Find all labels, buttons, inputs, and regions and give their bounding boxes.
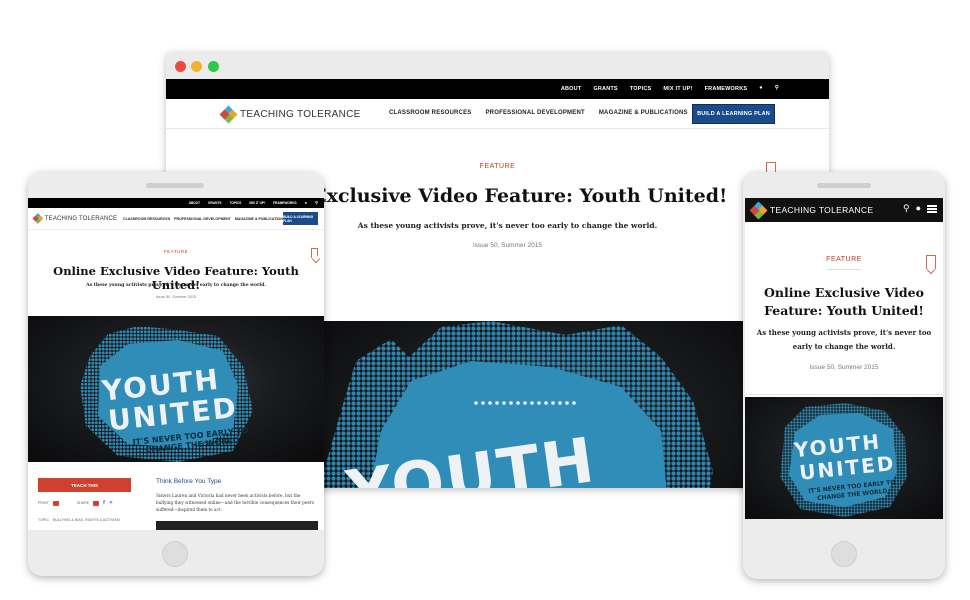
main-menu: CLASSROOM RESOURCES PROFESSIONAL DEVELOP… — [389, 110, 688, 116]
article-body: Sisters Lauren and Victoria had never be… — [156, 493, 314, 512]
phone-feature-divider — [827, 269, 861, 270]
menu-magazine-publications[interactable]: MAGAZINE & PUBLICATIONS — [599, 110, 688, 116]
menu-professional-development[interactable]: PROFESSIONAL DEVELOPMENT — [485, 110, 584, 116]
top-link-mix-it-up[interactable]: MIX IT UP! — [663, 86, 692, 92]
hero-image: YOUTH UNITED — [321, 321, 746, 488]
phone-hero-art: YOUTH UNITED IT'S NEVER TOO EARLY TO CHA… — [780, 403, 907, 517]
tablet-device: ABOUT GRANTS TOPICS MIX IT UP! FRAMEWORK… — [28, 172, 324, 576]
tablet-user-icon[interactable]: ● — [305, 201, 307, 205]
tablet-logo-text: TEACHING TOLERANCE — [44, 214, 118, 222]
facebook-icon[interactable]: f — [103, 500, 105, 506]
site-logo[interactable]: TEACHING TOLERANCE — [219, 105, 361, 124]
top-link-grants[interactable]: GRANTS — [593, 86, 617, 92]
tablet-menu-classroom-resources[interactable]: CLASSROOM RESOURCES — [123, 217, 170, 221]
tablet-screen: ABOUT GRANTS TOPICS MIX IT UP! FRAMEWORK… — [28, 198, 324, 530]
phone-divider — [745, 394, 943, 395]
email-icon[interactable] — [93, 500, 100, 506]
top-utility-bar: ABOUT GRANTS TOPICS MIX IT UP! FRAMEWORK… — [166, 79, 829, 99]
main-navigation: TEACHING TOLERANCE CLASSROOM RESOURCES P… — [166, 99, 829, 129]
tablet-hero-image: YOUTH UNITED IT'S NEVER TOO EARLY TO CHA… — [28, 316, 324, 462]
phone-article-title: Online Exclusive Video Feature: Youth Un… — [764, 285, 924, 318]
devices-mockup: ABOUT GRANTS TOPICS MIX IT UP! FRAMEWORK… — [0, 0, 970, 600]
tablet-main-menu: CLASSROOM RESOURCES PROFESSIONAL DEVELOP… — [123, 217, 285, 221]
minimize-window-button[interactable] — [191, 61, 202, 72]
tablet-top-utility-bar: ABOUT GRANTS TOPICS MIX IT UP! FRAMEWORK… — [28, 198, 324, 208]
phone-user-icon[interactable]: ● — [916, 204, 921, 213]
search-icon[interactable]: ⚲ — [775, 86, 779, 92]
phone-hero-image: YOUTH UNITED IT'S NEVER TOO EARLY TO CHA… — [745, 397, 943, 519]
tablet-top-link-frameworks[interactable]: FRAMEWORKS — [273, 201, 297, 205]
twitter-icon[interactable]: ✦ — [109, 500, 113, 506]
phone-feature-label[interactable]: FEATURE — [745, 256, 943, 263]
maximize-window-button[interactable] — [208, 61, 219, 72]
tablet-main-navigation: TEACHING TOLERANCE CLASSROOM RESOURCES P… — [28, 208, 324, 230]
tablet-top-link-about[interactable]: ABOUT — [189, 201, 200, 205]
top-link-frameworks[interactable]: FRAMEWORKS — [705, 86, 748, 92]
teach-this-button[interactable]: TEACH THIS — [38, 478, 131, 492]
article-heading: Think Before You Type — [156, 478, 222, 485]
phone-article-subtitle: As these young activists prove, it's nev… — [756, 328, 932, 351]
tablet-hero-art: YOUTH UNITED IT'S NEVER TOO EARLY TO CHA… — [80, 326, 253, 462]
tablet-logo-mark-icon — [32, 213, 44, 224]
print-share-bar: PRINT SHARE f ✦ — [38, 500, 113, 506]
close-window-button[interactable] — [175, 61, 186, 72]
tablet-top-link-grants[interactable]: GRANTS — [208, 201, 221, 205]
tablet-top-link-topics[interactable]: TOPICS — [230, 201, 242, 205]
phone-screen: TEACHING TOLERANCE ⚲ ● FEATURE Online Ex… — [745, 198, 943, 519]
menu-classroom-resources[interactable]: CLASSROOM RESOURCES — [389, 110, 471, 116]
logo-text: TEACHING TOLERANCE — [240, 108, 361, 120]
phone-navigation: TEACHING TOLERANCE ⚲ ● — [745, 198, 943, 222]
top-link-topics[interactable]: TOPICS — [630, 86, 652, 92]
user-icon[interactable]: ● — [759, 86, 763, 92]
phone-device: TEACHING TOLERANCE ⚲ ● FEATURE Online Ex… — [743, 172, 945, 579]
tablet-build-learning-plan-button[interactable]: BUILD A LEARNING PLAN — [283, 212, 318, 225]
topic-row: TOPIC BULLYING & BIAS, RIGHTS & ACTIVISM — [38, 518, 120, 522]
build-learning-plan-button[interactable]: BUILD A LEARNING PLAN — [692, 104, 775, 124]
phone-logo-text: TEACHING TOLERANCE — [770, 205, 874, 215]
logo-mark-icon — [219, 105, 238, 124]
tablet-article-issue[interactable]: Issue 50, Summer 2015 — [28, 295, 324, 299]
phone-article-issue[interactable]: Issue 50, Summer 2015 — [745, 364, 943, 371]
phone-speaker — [817, 183, 871, 188]
tablet-site-logo[interactable]: TEACHING TOLERANCE — [32, 213, 118, 224]
print-icon[interactable] — [52, 500, 59, 506]
feature-label[interactable]: FEATURE — [166, 163, 829, 170]
tablet-bookmark-icon[interactable] — [311, 248, 318, 258]
print-label: PRINT — [38, 501, 49, 505]
browser-chrome — [166, 52, 829, 79]
tablet-feature-label[interactable]: FEATURE — [28, 249, 324, 254]
phone-home-button[interactable] — [831, 541, 857, 567]
tablet-menu-magazine-publications[interactable]: MAGAZINE & PUBLICATIONS — [235, 217, 285, 221]
hero-art: YOUTH UNITED — [321, 321, 713, 488]
hero-dotted-line — [474, 401, 576, 405]
video-embed[interactable] — [156, 521, 318, 530]
tablet-search-icon[interactable]: ⚲ — [315, 201, 318, 205]
hamburger-menu-icon[interactable] — [927, 204, 937, 213]
tablet-top-link-mix-it-up[interactable]: MIX IT UP! — [249, 201, 265, 205]
share-label: SHARE — [76, 501, 90, 505]
tablet-home-button[interactable] — [162, 541, 188, 567]
tablet-article-subtitle: As these young activists prove, it's nev… — [86, 283, 266, 288]
tablet-speaker — [146, 183, 204, 188]
tablet-menu-professional-development[interactable]: PROFESSIONAL DEVELOPMENT — [174, 217, 231, 221]
phone-logo-mark-icon — [749, 201, 768, 220]
topic-links[interactable]: BULLYING & BIAS, RIGHTS & ACTIVISM — [53, 518, 120, 522]
phone-search-icon[interactable]: ⚲ — [903, 204, 910, 213]
phone-nav-icons: ⚲ ● — [903, 204, 937, 213]
top-link-about[interactable]: ABOUT — [561, 86, 582, 92]
phone-bookmark-icon[interactable] — [926, 255, 936, 269]
topic-label: TOPIC — [38, 518, 49, 522]
phone-site-logo[interactable]: TEACHING TOLERANCE — [749, 201, 874, 220]
